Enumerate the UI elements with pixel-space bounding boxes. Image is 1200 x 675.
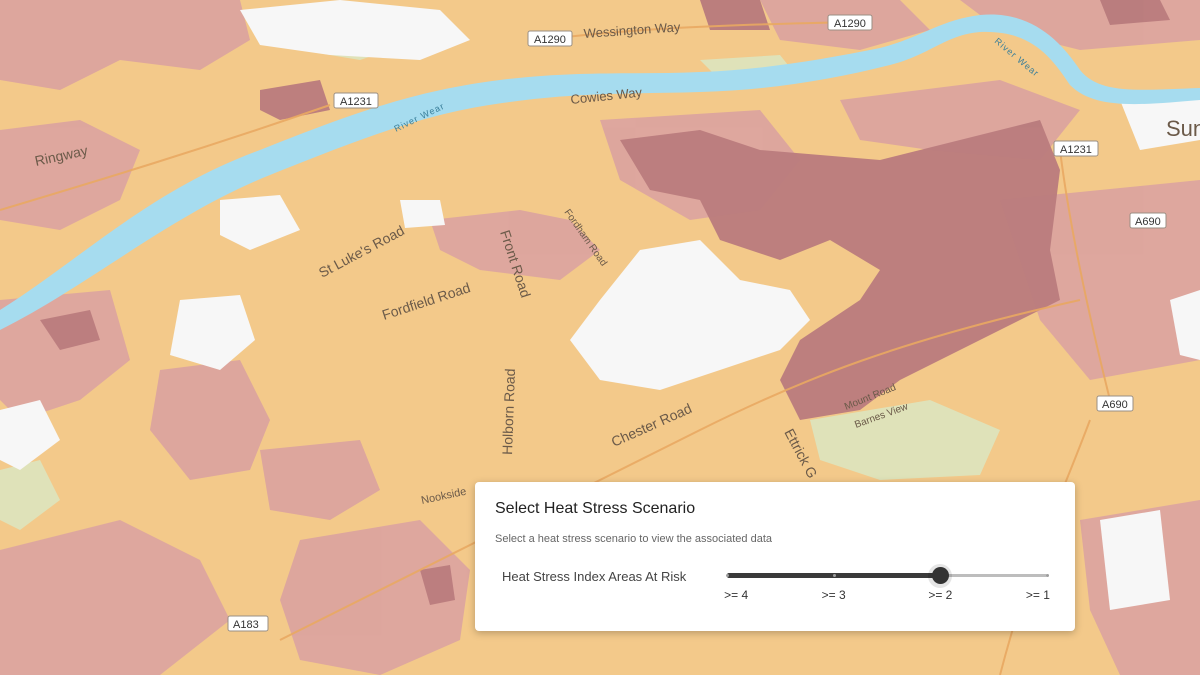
road-shield-a1231-east: A1231 (1053, 140, 1099, 157)
slider-mark-label[interactable]: >= 4 (724, 588, 748, 602)
svg-text:A1231: A1231 (340, 96, 372, 108)
road-shield-a1290-west: A1290 (527, 30, 573, 47)
svg-text:A183: A183 (233, 619, 259, 631)
slider-mark-label[interactable]: >= 1 (1026, 588, 1050, 602)
slider-tick (726, 574, 729, 577)
slider-mark-label[interactable]: >= 2 (928, 588, 952, 602)
road-shield-a690-south: A690 (1096, 395, 1134, 412)
scenario-panel: Select Heat Stress Scenario Select a hea… (475, 482, 1075, 631)
panel-subtitle: Select a heat stress scenario to view th… (495, 533, 772, 545)
svg-text:A690: A690 (1135, 216, 1161, 228)
slider-thumb[interactable] (931, 567, 949, 584)
label-sun: Sun (1166, 116, 1200, 141)
slider-tick (1046, 574, 1049, 577)
slider-label: Heat Stress Index Areas At Risk (502, 569, 687, 584)
svg-text:A1290: A1290 (534, 34, 566, 46)
road-shield-a690-north: A690 (1129, 212, 1167, 229)
slider-tick (832, 574, 836, 577)
road-shield-a183: A183 (227, 615, 269, 632)
svg-text:A1231: A1231 (1060, 144, 1092, 156)
road-shield-a1290-east: A1290 (827, 14, 873, 31)
svg-text:A690: A690 (1102, 399, 1128, 411)
panel-title: Select Heat Stress Scenario (495, 500, 696, 517)
road-shield-a1231-west: A1231 (333, 92, 379, 109)
heat-stress-slider[interactable]: >= 4 >= 3 >= 2 >= 1 (724, 562, 1050, 606)
svg-text:A1290: A1290 (834, 18, 866, 30)
slider-mark-label[interactable]: >= 3 (822, 588, 846, 602)
label-holborn-road: Holborn Road (499, 368, 518, 455)
